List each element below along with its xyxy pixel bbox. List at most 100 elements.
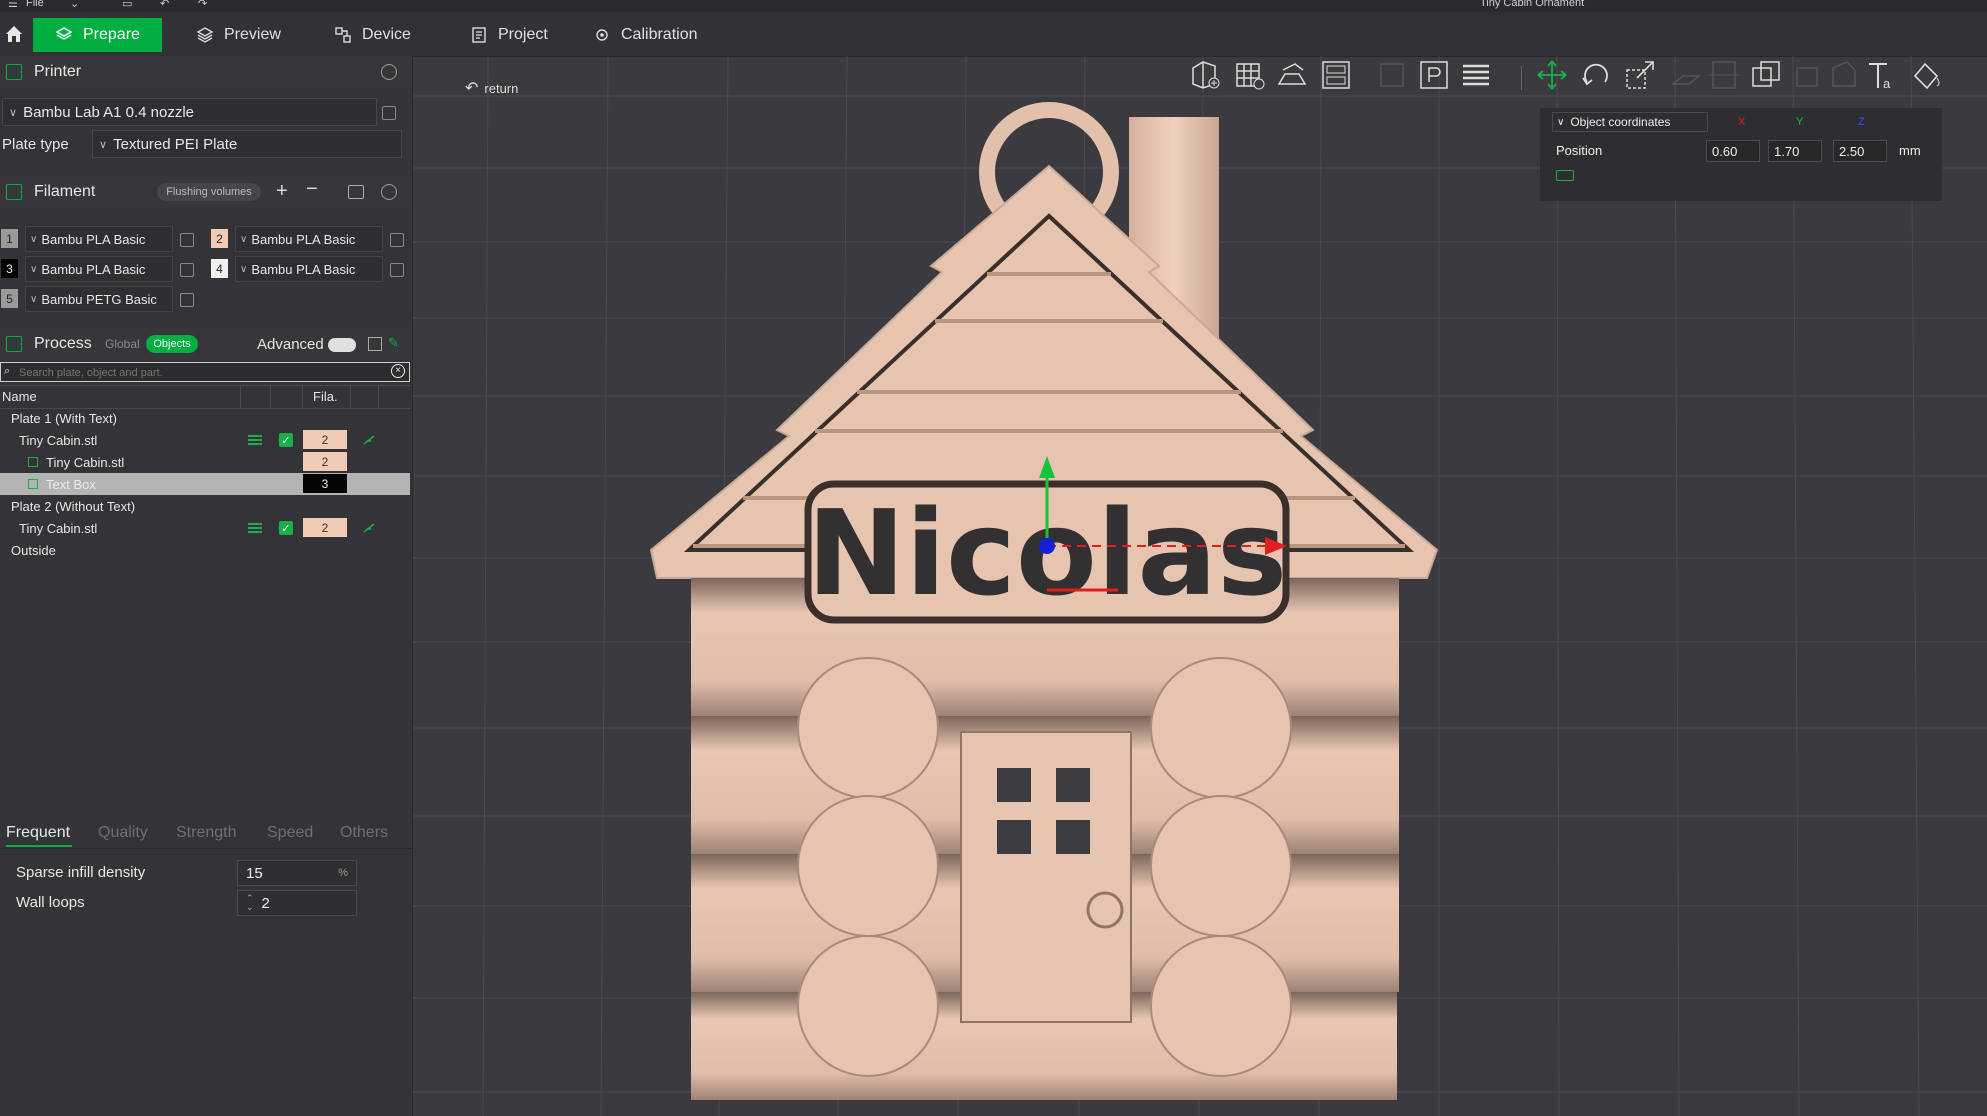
tab-quality[interactable]: Quality: [98, 824, 148, 842]
file-menu[interactable]: File: [26, 0, 44, 9]
process-icon: [6, 336, 22, 352]
process-edit-icon[interactable]: ✎: [388, 335, 399, 351]
tab-preview[interactable]: Preview: [196, 18, 281, 52]
tab-speed[interactable]: Speed: [267, 824, 313, 842]
tab-device[interactable]: Device: [334, 18, 411, 52]
remove-filament-icon[interactable]: −: [306, 178, 318, 201]
filament-slot-3-swatch[interactable]: 3: [1, 259, 18, 278]
sparse-infill-value: 15: [246, 864, 263, 882]
cabin-model[interactable]: Nicolas: [413, 56, 1987, 1116]
clear-search-icon[interactable]: ×: [391, 364, 405, 378]
plate-type-select[interactable]: ∨ Textured PEI Plate: [92, 130, 402, 158]
chevron-down-icon[interactable]: ⌄: [70, 0, 79, 10]
process-list-icon[interactable]: [368, 337, 382, 351]
col-divider: [378, 386, 379, 408]
advanced-toggle[interactable]: [328, 338, 356, 352]
tree-outside-row[interactable]: Outside: [0, 539, 410, 561]
z-axis-label: Z: [1858, 116, 1865, 128]
home-icon[interactable]: [4, 24, 24, 44]
tab-project[interactable]: Project: [470, 18, 548, 52]
chevron-down-icon: ∨: [30, 263, 38, 275]
part-filament-cell[interactable]: 3: [303, 474, 347, 493]
main-tab-bar: Prepare Preview Device Project Calibrati…: [0, 12, 1987, 57]
redo-icon[interactable]: ↷: [198, 0, 207, 10]
wall-loops-stepper[interactable]: ⌃ ⌄ 2: [237, 890, 357, 916]
edit-filament-4-icon[interactable]: [390, 263, 404, 277]
position-x-input[interactable]: 0.60: [1706, 140, 1760, 162]
filament-section-title: Filament: [34, 183, 96, 200]
filament-slot-2-swatch[interactable]: 2: [211, 229, 228, 248]
sparse-infill-label: Sparse infill density: [16, 864, 146, 881]
objects-toggle[interactable]: Objects: [146, 335, 198, 353]
object-filament-cell[interactable]: 2: [303, 430, 347, 449]
flushing-volumes-button[interactable]: Flushing volumes: [157, 183, 261, 201]
sidebar: Printer ∨ Bambu Lab A1 0.4 nozzle Plate …: [0, 56, 413, 1116]
edit-filament-5-icon[interactable]: [180, 293, 194, 307]
part-label: Text Box: [46, 476, 96, 492]
tab-device-label: Device: [362, 26, 411, 43]
filament-slot-2-select[interactable]: ∨ Bambu PLA Basic: [235, 226, 383, 252]
chevron-down-icon: ∨: [1557, 116, 1565, 128]
plate-label: Plate 1 (With Text): [11, 410, 117, 426]
object-search-input[interactable]: [17, 364, 391, 382]
position-y-input[interactable]: 1.70: [1768, 140, 1822, 162]
part-filament-cell[interactable]: 2: [303, 452, 347, 471]
filament-slot-3-select[interactable]: ∨ Bambu PLA Basic: [25, 256, 173, 282]
object-search-box[interactable]: ⌕ ×: [0, 362, 410, 382]
add-filament-icon[interactable]: +: [276, 180, 288, 203]
printer-select[interactable]: ∨ Bambu Lab A1 0.4 nozzle: [2, 98, 377, 126]
printer-settings-icon[interactable]: [381, 64, 397, 80]
support-paint-icon[interactable]: [363, 523, 375, 533]
tree-object-row[interactable]: Tiny Cabin.stl ✓ 2: [0, 517, 410, 539]
wall-loops-label: Wall loops: [16, 894, 85, 911]
edit-filament-1-icon[interactable]: [180, 233, 194, 247]
filament-slot-1-swatch[interactable]: 1: [1, 229, 18, 248]
filament-slot-5-swatch[interactable]: 5: [1, 289, 18, 308]
layers-settings-icon[interactable]: [248, 523, 262, 533]
tab-calibration[interactable]: Calibration: [593, 18, 697, 52]
support-paint-icon[interactable]: [363, 435, 375, 445]
filament-slot-4-select[interactable]: ∨ Bambu PLA Basic: [235, 256, 383, 282]
edit-filament-2-icon[interactable]: [390, 233, 404, 247]
tree-plate-row[interactable]: Plate 2 (Without Text): [0, 495, 410, 517]
tab-prepare[interactable]: Prepare: [33, 18, 162, 52]
tab-others[interactable]: Others: [340, 824, 388, 842]
tab-frequent[interactable]: Frequent: [6, 824, 70, 842]
object-filament-cell[interactable]: 2: [303, 518, 347, 537]
undo-icon[interactable]: ↶: [160, 0, 169, 10]
tree-part-row[interactable]: Tiny Cabin.stl 2: [0, 451, 410, 473]
filament-slot-4-swatch[interactable]: 4: [211, 259, 228, 278]
filament-slot-1-select[interactable]: ∨ Bambu PLA Basic: [25, 226, 173, 252]
printer-icon: [6, 64, 22, 80]
layers-settings-icon[interactable]: [248, 435, 262, 445]
3d-viewport[interactable]: ↶ return a Nicolas ∨ Object coordinates …: [413, 56, 1987, 1116]
global-toggle[interactable]: Global: [105, 337, 140, 351]
sparse-infill-input[interactable]: 15 %: [237, 860, 357, 886]
text-part-icon: [28, 479, 38, 489]
printer-name: Bambu Lab A1 0.4 nozzle: [23, 103, 195, 121]
save-icon[interactable]: ▭: [122, 0, 132, 10]
filament-settings-icon[interactable]: [381, 184, 397, 200]
object-visible-checkbox[interactable]: ✓: [279, 521, 293, 535]
tab-prepare-label: Prepare: [83, 26, 140, 43]
edit-printer-icon[interactable]: [382, 106, 396, 120]
object-visible-checkbox[interactable]: ✓: [279, 433, 293, 447]
tree-object-row[interactable]: Tiny Cabin.stl ✓ 2: [0, 429, 410, 451]
stepper-arrows-icon[interactable]: ⌃ ⌄: [246, 894, 254, 912]
tab-project-label: Project: [498, 26, 548, 43]
filament-slot-5-name: Bambu PETG Basic: [41, 291, 157, 307]
tab-strength[interactable]: Strength: [176, 824, 236, 842]
project-icon: [472, 27, 486, 43]
position-z-input[interactable]: 2.50: [1833, 140, 1887, 162]
edit-filament-3-icon[interactable]: [180, 263, 194, 277]
tree-part-row-selected[interactable]: Text Box 3: [0, 473, 410, 495]
hamburger-icon[interactable]: ☰: [8, 0, 18, 10]
col-divider: [270, 386, 271, 408]
filament-sync-icon[interactable]: [348, 185, 364, 199]
col-fila-header[interactable]: Fila.: [313, 389, 338, 404]
keyboard-icon[interactable]: [1556, 170, 1574, 181]
col-name-header[interactable]: Name: [2, 389, 37, 404]
tree-plate-row[interactable]: Plate 1 (With Text): [0, 407, 410, 429]
coordinate-system-select[interactable]: ∨ Object coordinates: [1552, 112, 1708, 132]
filament-slot-5-select[interactable]: ∨ Bambu PETG Basic: [25, 286, 173, 312]
